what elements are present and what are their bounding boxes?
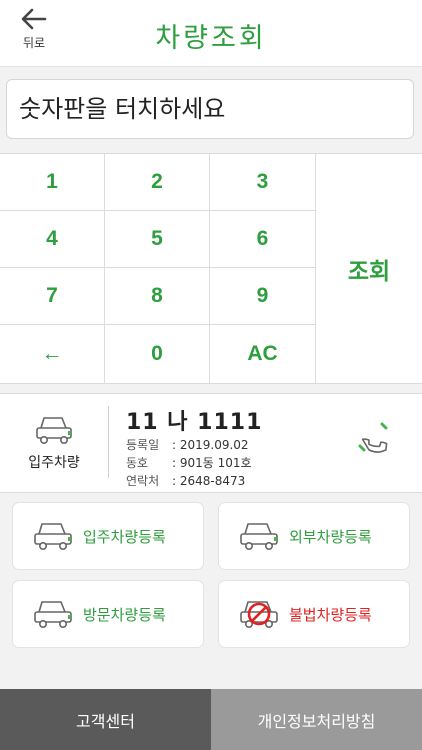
call-button[interactable]: [352, 416, 400, 464]
car-type-label: 입주차량: [28, 455, 80, 471]
register-resident-label: 입주차량등록: [83, 527, 166, 546]
app-header: 뒤로 차량조회: [0, 0, 422, 67]
vehicle-info-card: 입주차량 11 나 1111 등록일 : 2019.09.02 동호 : 901동 …: [0, 393, 422, 493]
unit-row: 동호 : 901동 101호: [126, 454, 252, 471]
key-3[interactable]: 3: [210, 154, 316, 211]
reg-date-label: 등록일: [126, 438, 160, 452]
contact-value: : 2648-8473: [172, 474, 246, 488]
key-2[interactable]: 2: [105, 154, 210, 211]
backspace-key[interactable]: ←: [0, 325, 105, 383]
register-external-button[interactable]: 외부차량등록: [219, 503, 409, 569]
key-1[interactable]: 1: [0, 154, 105, 211]
plate-number-input[interactable]: 숫자판을 터치하세요: [6, 79, 414, 139]
reg-date-value: : 2019.09.02: [172, 438, 249, 452]
register-visitor-label: 방문차량등록: [83, 605, 166, 624]
car-icon: [36, 417, 72, 444]
customer-center-button[interactable]: 고객센터: [0, 689, 211, 750]
search-button[interactable]: 조회: [316, 154, 422, 383]
number-keypad: 1 2 3 조회 4 5 6 7 8 9 ← 0 AC: [0, 153, 422, 384]
clear-key[interactable]: AC: [210, 325, 316, 383]
phone-icon: [358, 422, 388, 453]
key-9[interactable]: 9: [210, 268, 316, 325]
no-parking-car-icon: [240, 601, 278, 628]
register-external-label: 외부차량등록: [289, 527, 372, 546]
contact-label: 연락처: [126, 474, 160, 488]
privacy-policy-button[interactable]: 개인정보처리방침: [211, 689, 422, 750]
register-illegal-button[interactable]: 불법차량등록: [219, 581, 409, 647]
car-icon: [34, 601, 72, 628]
car-icon: [34, 523, 72, 550]
register-visitor-button[interactable]: 방문차량등록: [13, 581, 203, 647]
plate-number: 11 나 1111: [126, 410, 263, 435]
register-illegal-label: 불법차량등록: [289, 605, 372, 624]
car-type-badge: 입주차량: [0, 394, 108, 492]
key-4[interactable]: 4: [0, 211, 105, 268]
key-8[interactable]: 8: [105, 268, 210, 325]
footer-bar: 고객센터 개인정보처리방침: [0, 689, 422, 750]
key-7[interactable]: 7: [0, 268, 105, 325]
contact-row: 연락처 : 2648-8473: [126, 472, 245, 489]
key-5[interactable]: 5: [105, 211, 210, 268]
unit-value: : 901동 101호: [172, 456, 252, 470]
register-resident-button[interactable]: 입주차량등록: [13, 503, 203, 569]
key-6[interactable]: 6: [210, 211, 316, 268]
key-0[interactable]: 0: [105, 325, 210, 383]
divider: [108, 406, 109, 478]
car-icon: [240, 523, 278, 550]
unit-label: 동호: [126, 456, 149, 470]
reg-date-row: 등록일 : 2019.09.02: [126, 436, 249, 453]
page-title: 차량조회: [155, 23, 267, 54]
